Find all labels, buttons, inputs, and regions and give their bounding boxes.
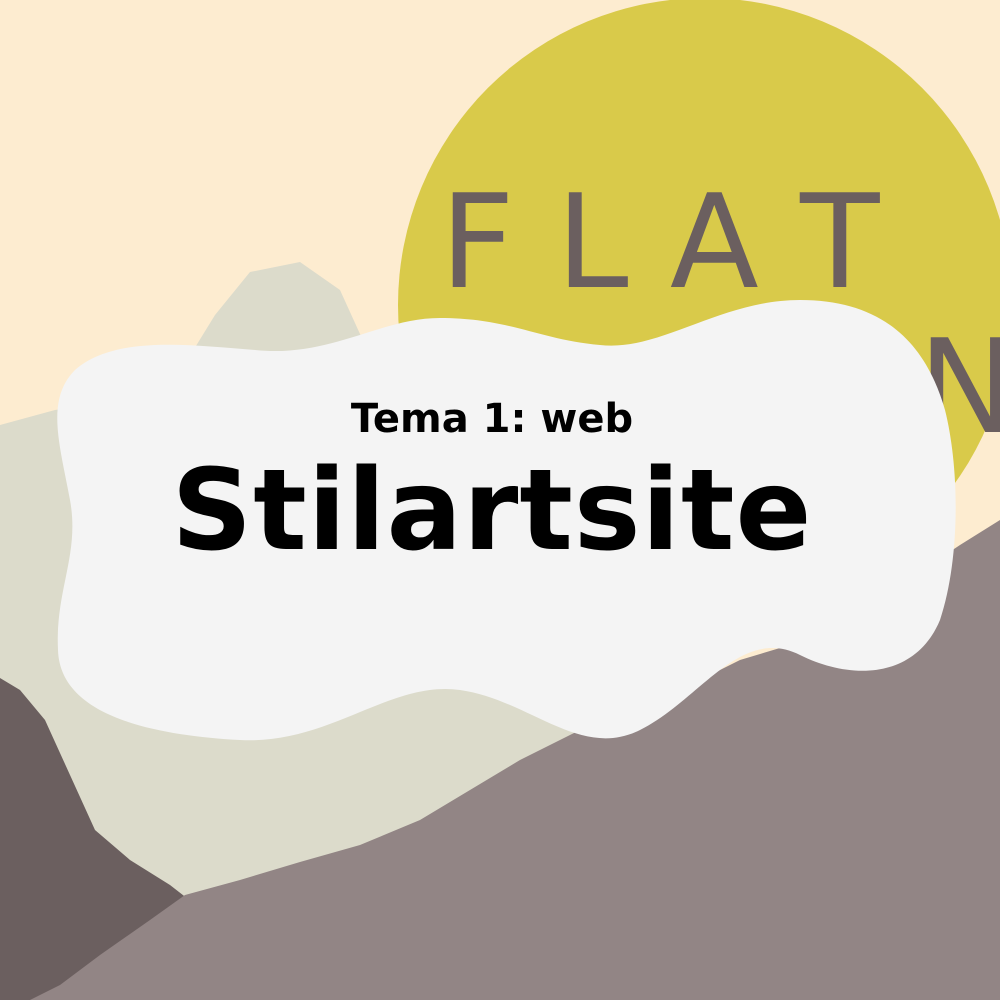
sun-text-line1: F L A T (440, 166, 880, 318)
subtitle: Tema 1: web (350, 396, 634, 442)
title-block: Tema 1: web Stilartsite (0, 395, 1000, 573)
poster-canvas: F L A T N Tema 1: web Stilartsite (0, 0, 1000, 1000)
page-title: Stilartsite (171, 446, 813, 576)
